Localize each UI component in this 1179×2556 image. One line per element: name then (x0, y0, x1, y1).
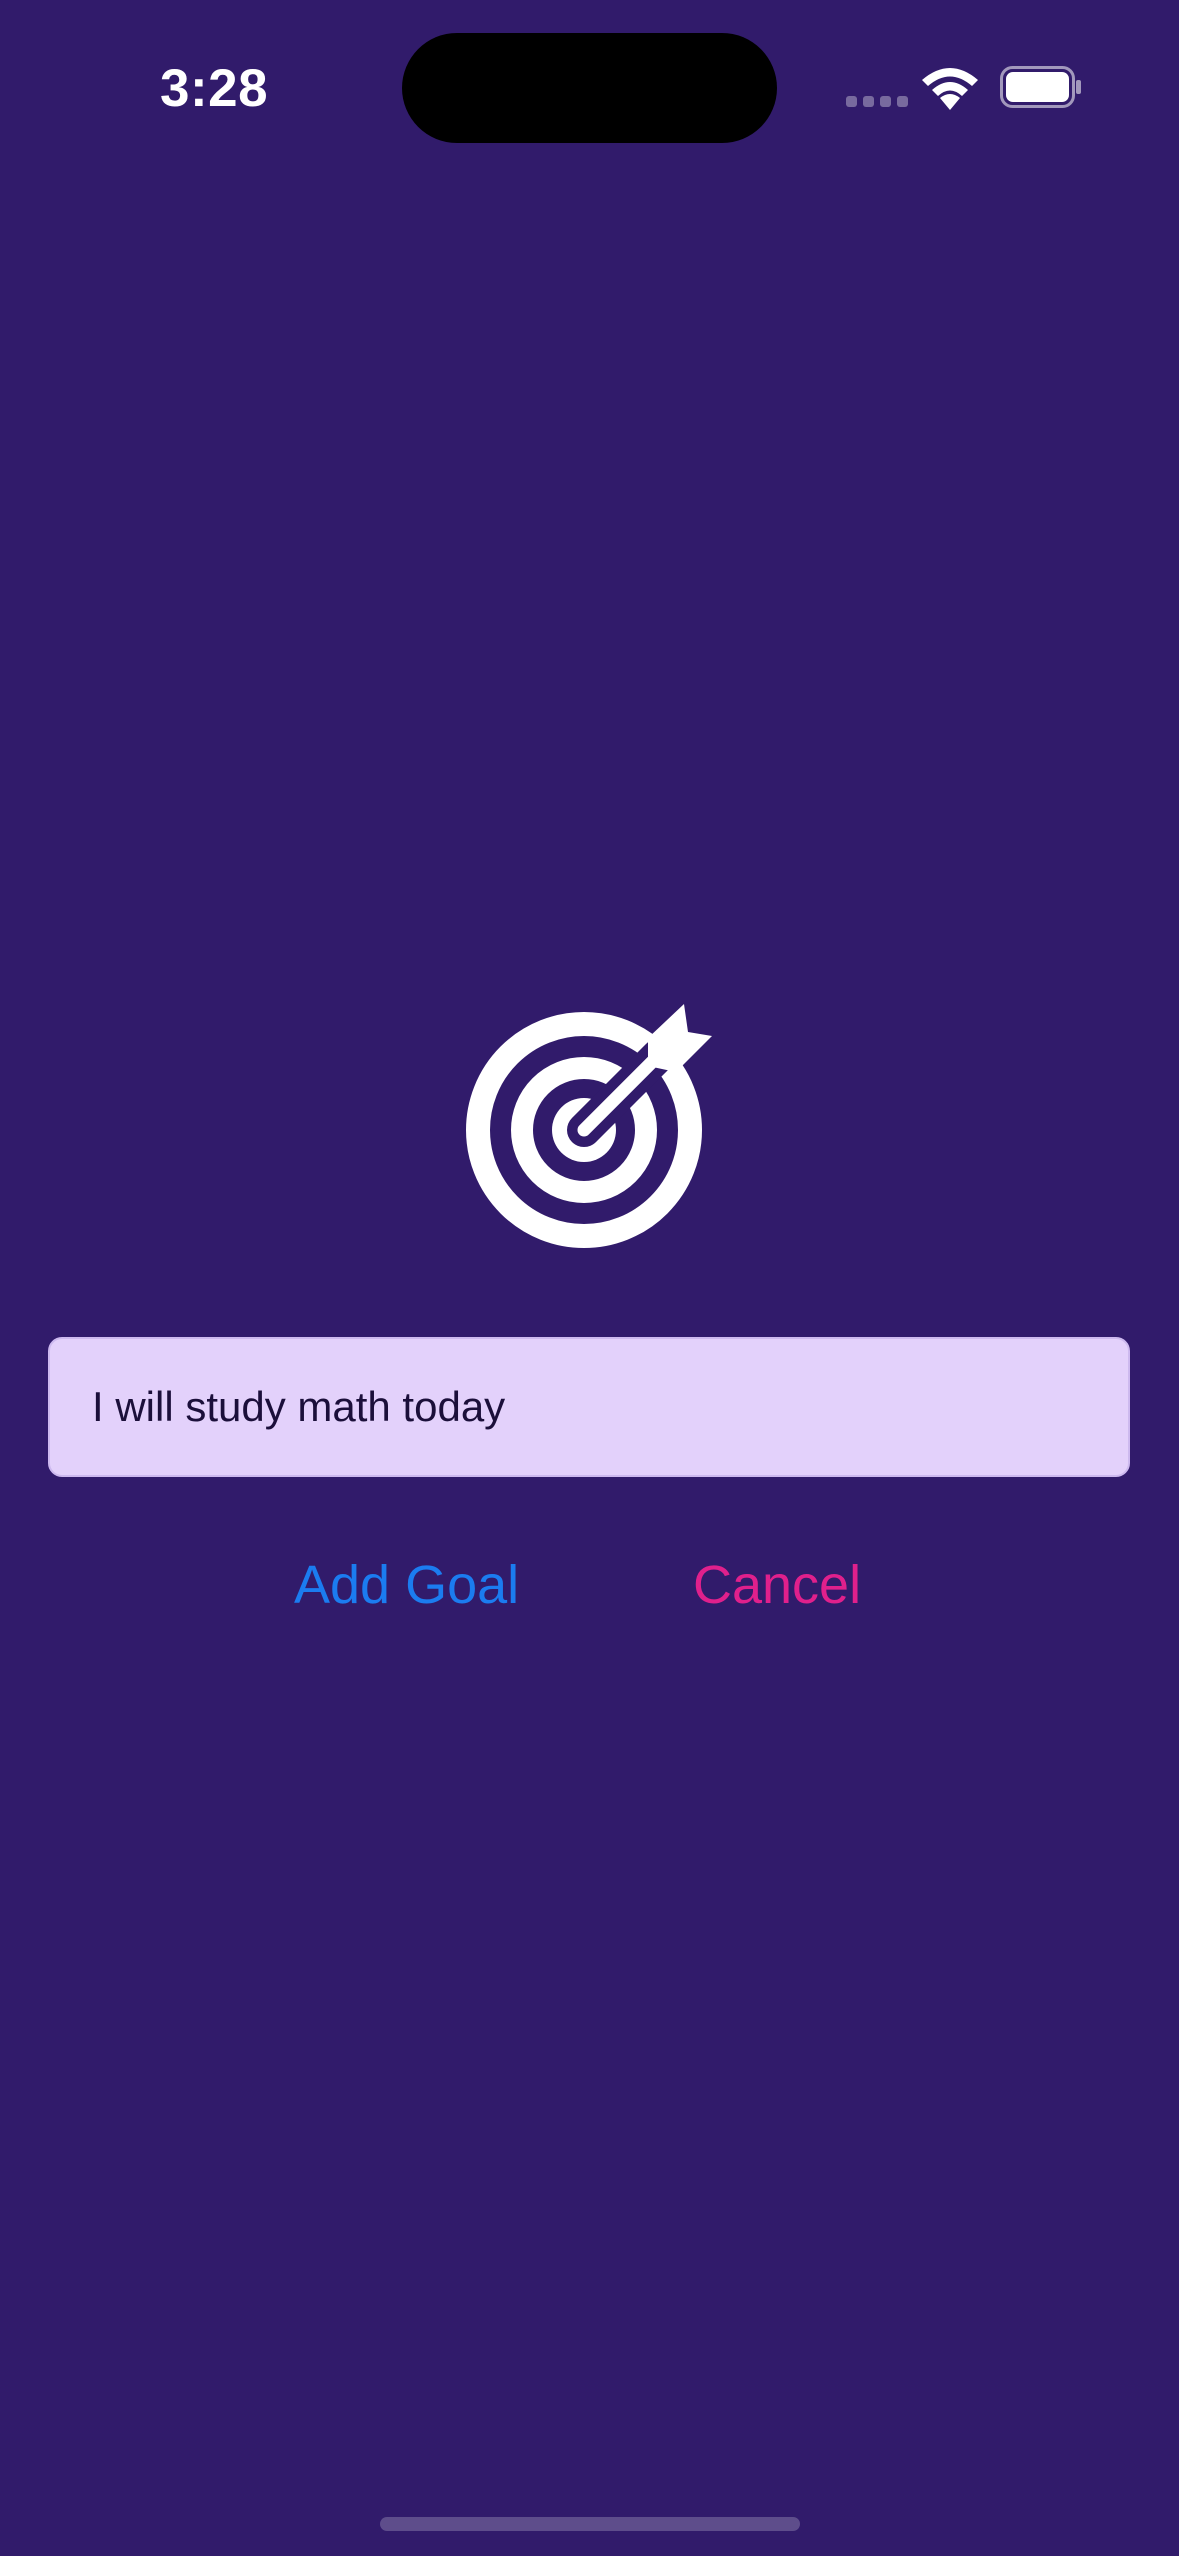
battery-icon (1000, 66, 1081, 108)
button-row: Add Goal Cancel (0, 1545, 1179, 1625)
cancel-button[interactable]: Cancel (693, 1545, 861, 1625)
home-indicator[interactable] (380, 2517, 800, 2531)
target-with-arrow-icon (466, 1004, 712, 1248)
cellular-signal-icon (846, 96, 908, 107)
wifi-icon (922, 68, 978, 110)
status-time: 3:28 (160, 59, 269, 118)
add-goal-button[interactable]: Add Goal (294, 1545, 519, 1625)
dynamic-island (402, 33, 777, 143)
goal-text-input[interactable] (48, 1337, 1130, 1477)
